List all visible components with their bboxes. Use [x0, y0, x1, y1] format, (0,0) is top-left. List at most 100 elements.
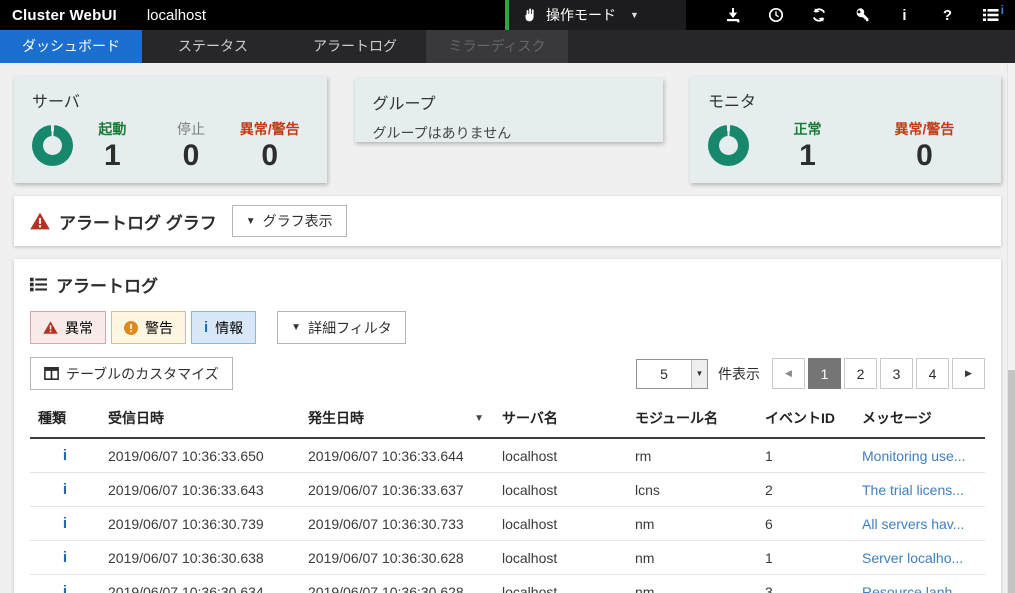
stat-label: 正常	[749, 119, 866, 139]
group-card-title: グループ	[373, 90, 645, 114]
alert-log-title: アラートログ	[56, 272, 158, 297]
monitor-card-title: モニタ	[708, 88, 983, 112]
stat-label: 異常/警告	[230, 119, 309, 139]
event-id-cell: 3	[757, 575, 854, 593]
server-stat-stopped: 停止 0	[152, 119, 231, 172]
server-cell: localhost	[494, 575, 627, 593]
server-summary-card: サーバ 起動 1 停止 0 異常/警告 0	[14, 76, 327, 183]
prev-page-button[interactable]: ◀	[772, 358, 805, 389]
message-link[interactable]: Server localho...	[862, 550, 963, 566]
caret-down-icon: ▼	[246, 216, 256, 227]
filter-error-button[interactable]: 異常	[30, 311, 106, 344]
event-id-cell: 2	[757, 473, 854, 507]
page-button-1[interactable]: 1	[808, 358, 841, 389]
col-type[interactable]: 種類	[30, 404, 100, 438]
col-received[interactable]: 受信日時	[100, 404, 300, 438]
cluster-name: localhost	[147, 7, 206, 24]
filter-info-button[interactable]: i 情報	[191, 311, 256, 344]
graph-display-toggle-button[interactable]: ▼ グラフ表示	[232, 205, 347, 237]
sort-desc-icon[interactable]: ▼	[474, 413, 484, 424]
stat-value: 0	[230, 140, 309, 172]
table-toolbar: テーブルのカスタマイズ 5 ▼ 件表示 ◀ 1 2 3 4 ▶	[30, 357, 985, 390]
page-button-2[interactable]: 2	[844, 358, 877, 389]
col-module[interactable]: モジュール名	[627, 404, 757, 438]
monitor-donut-chart	[708, 125, 749, 166]
integrated-info-icon[interactable]: i	[982, 7, 999, 24]
event-id-cell: 6	[757, 507, 854, 541]
operation-mode-label: 操作モード	[546, 5, 616, 25]
alert-log-panel: アラートログ 異常 警告 i 情報 ▼ 詳細フィルタ	[14, 259, 1001, 593]
key-icon[interactable]	[853, 7, 870, 24]
table-row: i 2019/06/07 10:36:33.650 2019/06/07 10:…	[30, 438, 985, 473]
event-id-cell: 1	[757, 541, 854, 575]
server-cell: localhost	[494, 438, 627, 473]
list-icon	[30, 277, 47, 292]
monitor-summary-card: モニタ 正常 1 異常/警告 0	[690, 76, 1001, 183]
received-cell: 2019/06/07 10:36:33.650	[100, 438, 300, 473]
table-row: i 2019/06/07 10:36:33.643 2019/06/07 10:…	[30, 473, 985, 507]
group-summary-card: グループ グループはありません	[355, 78, 663, 142]
tab-dashboard[interactable]: ダッシュボード	[0, 30, 142, 63]
clock-icon[interactable]	[767, 7, 784, 24]
col-occurred[interactable]: 発生日時▼	[300, 404, 494, 438]
stat-value: 1	[749, 140, 866, 172]
col-event-id[interactable]: イベントID	[757, 404, 854, 438]
server-donut-chart	[32, 125, 73, 166]
severity-filter-row: 異常 警告 i 情報 ▼ 詳細フィルタ	[30, 311, 985, 344]
info-icon[interactable]: i	[896, 7, 913, 24]
page-size-select[interactable]: 5 ▼	[636, 359, 708, 389]
caret-down-icon: ▼	[291, 322, 301, 333]
message-link[interactable]: The trial licens...	[862, 482, 964, 498]
server-card-title: サーバ	[32, 88, 309, 112]
server-stat-online: 起動 1	[73, 119, 152, 172]
stat-value: 1	[73, 140, 152, 172]
info-i-icon: i	[63, 447, 67, 464]
topbar-icon-group: i ? i	[686, 0, 1015, 30]
table-row: i 2019/06/07 10:36:30.739 2019/06/07 10:…	[30, 507, 985, 541]
stat-value: 0	[152, 140, 231, 172]
download-icon[interactable]	[724, 7, 741, 24]
stat-label: 起動	[73, 119, 152, 139]
info-i-icon: i	[63, 549, 67, 566]
stat-label: 異常/警告	[866, 119, 983, 139]
prev-arrow-icon: ◀	[785, 368, 792, 379]
page-button-4[interactable]: 4	[916, 358, 949, 389]
server-stat-error: 異常/警告 0	[230, 119, 309, 172]
next-page-button[interactable]: ▶	[952, 358, 985, 389]
tab-mirror-disk: ミラーディスク	[426, 30, 568, 63]
chevron-down-icon: ▼	[630, 10, 639, 20]
occurred-cell: 2019/06/07 10:36:30.733	[300, 507, 494, 541]
col-server[interactable]: サーバ名	[494, 404, 627, 438]
top-bar: Cluster WebUI localhost 操作モード ▼ i ? i	[0, 0, 1015, 30]
message-link[interactable]: Resource lanh...	[862, 584, 964, 593]
help-icon[interactable]: ?	[939, 7, 956, 24]
customize-table-button[interactable]: テーブルのカスタマイズ	[30, 357, 233, 390]
occurred-cell: 2019/06/07 10:36:30.628	[300, 541, 494, 575]
module-cell: rm	[627, 438, 757, 473]
stat-value: 0	[866, 140, 983, 172]
received-cell: 2019/06/07 10:36:30.638	[100, 541, 300, 575]
page-button-3[interactable]: 3	[880, 358, 913, 389]
hand-icon	[521, 7, 538, 24]
occurred-cell: 2019/06/07 10:36:30.628	[300, 575, 494, 593]
col-message[interactable]: メッセージ	[854, 404, 985, 438]
alert-graph-panel: アラートログ グラフ ▼ グラフ表示	[14, 196, 1001, 246]
message-link[interactable]: Monitoring use...	[862, 448, 966, 464]
message-link[interactable]: All servers hav...	[862, 516, 964, 532]
scrollbar-thumb[interactable]	[1008, 370, 1015, 593]
tab-bar: ダッシュボード ステータス アラートログ ミラーディスク	[0, 30, 1015, 63]
table-row: i 2019/06/07 10:36:30.638 2019/06/07 10:…	[30, 541, 985, 575]
server-cell: localhost	[494, 541, 627, 575]
info-i-icon: i	[63, 515, 67, 532]
reload-icon[interactable]	[810, 7, 827, 24]
operation-mode-dropdown[interactable]: 操作モード ▼	[505, 0, 686, 30]
tab-alert-log[interactable]: アラートログ	[284, 30, 426, 63]
error-triangle-icon	[43, 321, 58, 334]
detail-filter-button[interactable]: ▼ 詳細フィルタ	[277, 311, 406, 344]
info-i-icon: i	[63, 481, 67, 498]
tab-status[interactable]: ステータス	[142, 30, 284, 63]
vertical-scrollbar[interactable]	[1007, 63, 1015, 593]
page-size-value: 5	[637, 366, 691, 382]
filter-warning-button[interactable]: 警告	[111, 311, 186, 344]
main-content: サーバ 起動 1 停止 0 異常/警告 0 グループ グループはありません	[0, 63, 1015, 593]
